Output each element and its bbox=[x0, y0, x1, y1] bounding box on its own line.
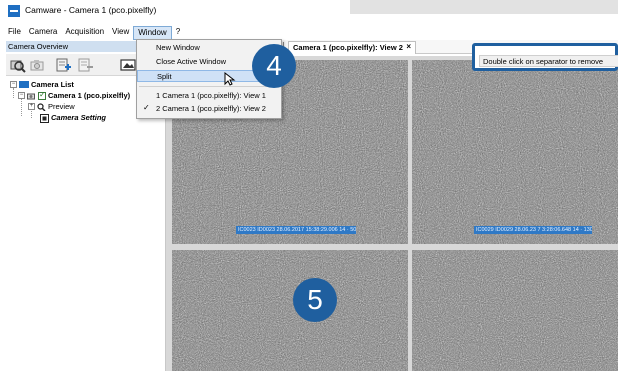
camera-icon[interactable] bbox=[30, 57, 46, 73]
menu-item-view-2[interactable]: ✓ 2 Camera 1 (pco.pixelfly): View 2 bbox=[137, 103, 281, 115]
image-pane-bottom-left[interactable] bbox=[172, 250, 408, 371]
camera-list-icon bbox=[19, 81, 29, 88]
image-pane-top-right[interactable]: IC0029 ID0029 28.06.23 7 3:28:06.648 14 … bbox=[412, 60, 618, 244]
menu-window[interactable]: Window bbox=[133, 26, 172, 40]
menu-camera[interactable]: Camera bbox=[25, 26, 61, 40]
menu-bar: File Camera Acquisition View Window ? bbox=[0, 26, 618, 40]
camera-node-icon bbox=[27, 92, 36, 100]
menu-item-view-1[interactable]: 1 Camera 1 (pco.pixelfly): View 1 bbox=[137, 90, 281, 102]
camera-search-icon[interactable] bbox=[10, 57, 26, 73]
image-status-strip: IC0023 ID0023 28.06.2017 15:38:29.006 14… bbox=[236, 226, 356, 234]
menu-acquisition[interactable]: Acquisition bbox=[61, 26, 108, 40]
expand-icon[interactable]: + bbox=[28, 103, 35, 110]
mouse-pointer-icon bbox=[224, 71, 236, 86]
close-tab-icon[interactable]: × bbox=[406, 42, 411, 51]
magnifier-icon bbox=[37, 102, 46, 111]
hint-tooltip: Double click on separator to remove bbox=[479, 55, 618, 67]
title-bar-area bbox=[350, 0, 618, 14]
add-camera-icon[interactable] bbox=[56, 57, 72, 73]
tree-item-preview[interactable]: + Preview bbox=[28, 101, 75, 112]
title-bar: Camware - Camera 1 (pco.pixelfly) bbox=[0, 0, 618, 22]
step-4-callout: 4 bbox=[252, 44, 296, 88]
tab-view-2[interactable]: Camera 1 (pco.pixelfly): View 2 × bbox=[288, 41, 416, 54]
tree-item-camera[interactable]: − Camera 1 (pco.pixelfly) bbox=[18, 90, 130, 101]
collapse-icon[interactable]: − bbox=[10, 81, 17, 88]
tree-item-camera-setting[interactable]: Camera Setting bbox=[38, 112, 106, 123]
hint-highlight: Double click on separator to remove bbox=[472, 43, 618, 71]
image-status-strip: IC0029 ID0029 28.06.23 7 3:28:06.648 14 … bbox=[474, 226, 592, 234]
image-pane-bottom-right[interactable] bbox=[412, 250, 618, 371]
collapse-icon[interactable]: − bbox=[18, 92, 25, 99]
menu-separator bbox=[139, 86, 279, 87]
checkmark-icon: ✓ bbox=[143, 103, 150, 112]
settings-box-icon bbox=[40, 113, 49, 123]
menu-view[interactable]: View bbox=[108, 26, 133, 40]
window-title: Camware - Camera 1 (pco.pixelfly) bbox=[25, 5, 157, 15]
remove-camera-icon[interactable] bbox=[78, 57, 94, 73]
tree-item-camera-list[interactable]: − Camera List bbox=[10, 79, 74, 90]
menu-help[interactable]: ? bbox=[172, 26, 184, 40]
app-icon bbox=[8, 5, 20, 17]
camera-checkbox[interactable] bbox=[38, 90, 46, 100]
menu-file[interactable]: File bbox=[4, 26, 25, 40]
step-5-callout: 5 bbox=[293, 278, 337, 322]
image-icon[interactable] bbox=[120, 57, 136, 73]
